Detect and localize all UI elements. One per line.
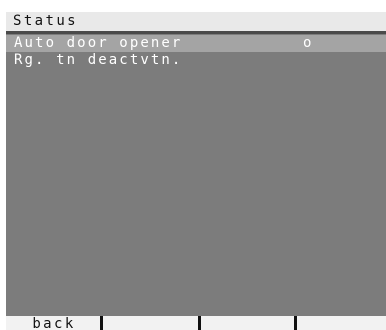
back-softkey[interactable]: back: [6, 316, 102, 330]
menu-item-label: Auto door opener: [14, 35, 183, 51]
softkey-3[interactable]: [202, 316, 297, 330]
softkey-4[interactable]: [298, 316, 386, 330]
device-screen: Status Auto door opener o Rg. tn deactvt…: [6, 12, 386, 330]
status-menu: Auto door opener o Rg. tn deactvtn.: [6, 35, 386, 69]
page-title: Status: [6, 12, 386, 31]
softkey-divider: [198, 316, 201, 330]
menu-item-value: o: [303, 35, 314, 51]
menu-item-ring-tone-deactivation[interactable]: Rg. tn deactvtn.: [6, 52, 386, 69]
menu-item-label: Rg. tn deactvtn.: [14, 52, 183, 68]
softkey-bar: back: [6, 316, 386, 330]
softkey-divider: [100, 316, 103, 330]
menu-item-auto-door-opener[interactable]: Auto door opener o: [6, 35, 386, 52]
softkey-2[interactable]: [105, 316, 201, 330]
title-divider: [6, 31, 386, 34]
softkey-divider: [294, 316, 297, 330]
